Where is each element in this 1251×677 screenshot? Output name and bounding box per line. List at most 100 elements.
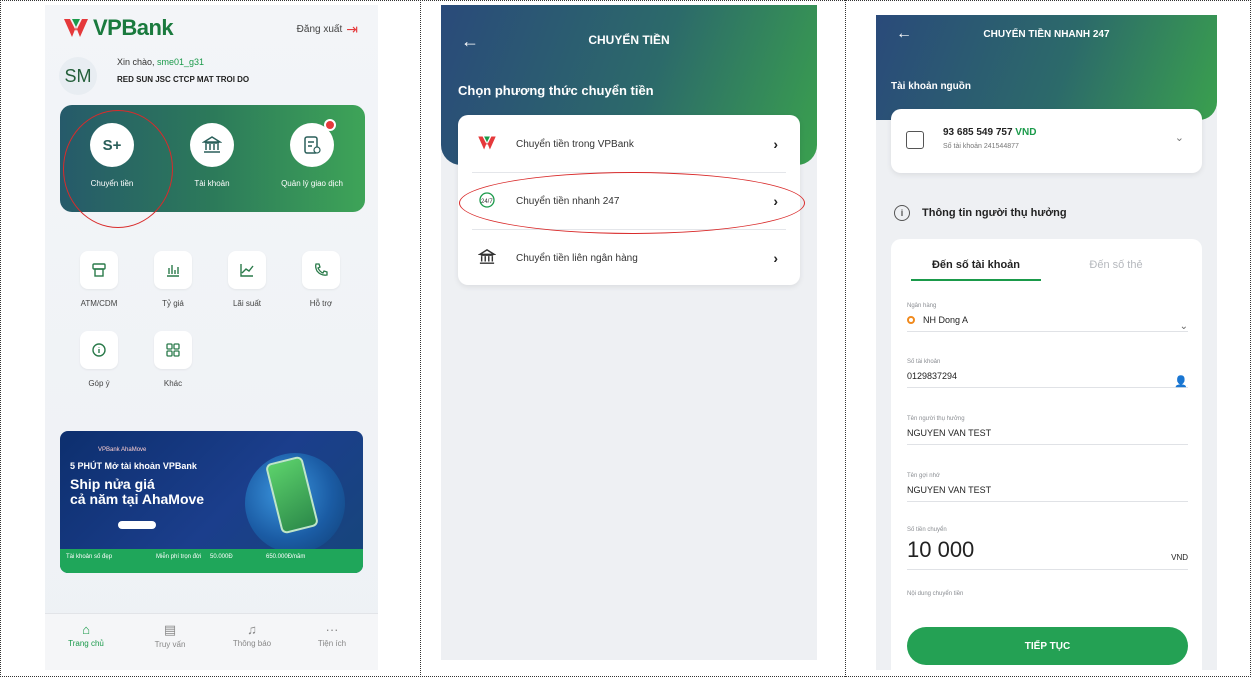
username: sme01_g31 [157, 57, 205, 67]
option-interbank-transfer[interactable]: Chuyển tiền liên ngân hàng › [458, 230, 800, 286]
field-label: Nội dung chuyển tiền [907, 591, 964, 597]
field-label: Số tiền chuyển [907, 527, 947, 533]
nickname-input[interactable]: Tên gợi nhớ NGUYEN VAN TEST [907, 473, 1188, 502]
field-label: Ngân hàng [907, 303, 937, 309]
page-title: CHUYỂN TIỀN [588, 33, 670, 47]
chevron-right-icon: › [773, 136, 778, 152]
highlight-ellipse-247 [459, 172, 805, 234]
promo-banner[interactable]: VPBank AhaMove 5 PHÚT Mở tài khoản VPBan… [60, 431, 363, 573]
source-account-selector[interactable]: 93 685 549 757 VND Số tài khoản 24154487… [891, 109, 1202, 173]
field-label: Số tài khoản [907, 359, 941, 365]
quick-action-label: Quản lý giao dịch [281, 179, 343, 188]
amount-value: 10 000 [907, 537, 975, 562]
bank-icon [190, 123, 234, 167]
page-subtitle: Chọn phương thức chuyển tiền [458, 83, 654, 98]
account-balance: 93 685 549 757 VND [943, 127, 1036, 138]
service-other[interactable]: Khác [141, 331, 205, 388]
quick-action-transactions[interactable]: Quản lý giao dịch [267, 119, 357, 188]
page-title: CHUYỂN TIỀN NHANH 247 [983, 29, 1110, 40]
tab-label: Thông báo [232, 639, 272, 648]
notification-badge [324, 119, 336, 131]
vpbank-logo: VPBank [63, 15, 174, 41]
column-divider-2 [845, 0, 846, 677]
service-exchange-rate[interactable]: Tỷ giá [141, 251, 205, 308]
balance-currency: VND [1015, 127, 1037, 138]
logout-button[interactable]: Đăng xuất ⇥ [297, 21, 358, 38]
balance-value: 93 685 549 757 [943, 127, 1013, 138]
banner-strip: Tài khoản số đẹp Miễn phí trọn đời 50.00… [60, 549, 363, 573]
service-label: Hỗ trợ [309, 299, 333, 308]
home-icon: ⌂ [82, 622, 90, 637]
banner-cta-button[interactable] [118, 521, 156, 529]
home-screen: VPBank Đăng xuất ⇥ SM Xin chào, sme01_g3… [45, 5, 378, 670]
banner-line1: 5 PHÚT Mở tài khoản VPBank [70, 461, 197, 471]
tab-label: Tiện ích [317, 639, 347, 648]
fast-transfer-form-screen: ← CHUYỂN TIỀN NHANH 247 Tài khoản nguồn … [876, 15, 1217, 670]
service-support[interactable]: Hỗ trợ [289, 251, 353, 308]
column-divider-1 [420, 0, 421, 677]
tab-utilities[interactable]: ··· Tiện ích [297, 622, 367, 648]
service-atm[interactable]: ATM/CDM [67, 251, 131, 308]
field-value: NGUYEN VAN TEST [907, 485, 992, 495]
transfer-content-input[interactable]: Nội dung chuyển tiền [907, 591, 1188, 597]
tab-label: Trang chủ [68, 639, 104, 648]
account-number: Số tài khoản 241544877 [943, 143, 1019, 150]
beneficiary-label: Thông tin người thụ hưởng [922, 207, 1067, 219]
tab-label: Truy vấn [154, 640, 186, 649]
source-account-label: Tài khoản nguồn [891, 81, 971, 92]
continue-button[interactable]: TIẾP TỤC [907, 627, 1188, 665]
wallet-icon [906, 131, 924, 149]
grid-icon [154, 331, 192, 369]
company-name: RED SUN JSC CTCP MAT TROI DO [117, 75, 250, 84]
avatar[interactable]: SM [59, 57, 97, 95]
vpbank-logo-icon [64, 19, 88, 37]
beneficiary-form: Đến số tài khoản Đến số thẻ Ngân hàng NH… [891, 239, 1202, 670]
beneficiary-heading: i Thông tin người thụ hưởng [894, 205, 1067, 221]
receipt-icon [290, 119, 336, 167]
tab-to-card[interactable]: Đến số thẻ [1061, 259, 1171, 271]
contacts-icon[interactable]: 👤 [1174, 375, 1188, 388]
chevron-down-icon: ⌄ [1174, 132, 1184, 144]
greeting-prefix: Xin chào, [117, 57, 158, 67]
field-label: Tên người thụ hưởng [907, 416, 965, 422]
service-label: Góp ý [88, 379, 110, 388]
phone-icon [302, 251, 340, 289]
banner-strip-item: Tài khoản số đẹp [66, 554, 113, 560]
banner-strip-item: 50.000Đ [210, 554, 233, 560]
banner-headline-2: cả năm tại AhaMove [70, 491, 205, 507]
tab-to-account[interactable]: Đến số tài khoản [911, 259, 1041, 281]
quick-action-account[interactable]: Tài khoản [167, 123, 257, 188]
service-feedback[interactable]: Góp ý [67, 331, 131, 388]
option-internal-transfer[interactable]: Chuyển tiền trong VPBank › [458, 116, 800, 172]
field-value: NGUYEN VAN TEST [907, 428, 992, 438]
banner-brands: VPBank AhaMove [98, 447, 147, 453]
chevron-right-icon: › [773, 250, 778, 266]
service-label: Lãi suất [232, 299, 262, 308]
account-number-input[interactable]: Số tài khoản 0129837294 👤 [907, 359, 1188, 388]
tab-home[interactable]: ⌂ Trang chủ [51, 622, 121, 648]
brand-name: VPBank [93, 15, 174, 40]
amount-currency: VND [1171, 553, 1188, 562]
field-value: NH Dong A [907, 315, 1188, 331]
field-value: 0129837294 [907, 371, 958, 381]
bank-select[interactable]: Ngân hàng NH Dong A ⌄ [907, 303, 1188, 332]
greeting: Xin chào, sme01_g31 [117, 57, 204, 67]
chart-bar-icon [154, 251, 192, 289]
beneficiary-name-input[interactable]: Tên người thụ hưởng NGUYEN VAN TEST [907, 416, 1188, 445]
highlight-circle-transfer [63, 110, 173, 228]
quick-action-label: Tài khoản [194, 179, 230, 188]
more-icon: ··· [325, 622, 339, 637]
service-label: Khác [163, 379, 183, 388]
tab-query[interactable]: ▤ Truy vấn [135, 622, 205, 649]
service-interest-rate[interactable]: Lãi suất [215, 251, 279, 308]
bell-icon: ♫ [247, 622, 257, 637]
amount-input[interactable]: Số tiền chuyển 10 000 VND [907, 527, 1188, 570]
transfer-method-screen: ← CHUYỂN TIỀN Chọn phương thức chuyển ti… [441, 5, 817, 660]
bottom-tab-bar: ⌂ Trang chủ ▤ Truy vấn ♫ Thông báo ··· T… [45, 613, 378, 670]
tab-notifications[interactable]: ♫ Thông báo [217, 622, 287, 648]
bank-name: NH Dong A [923, 315, 969, 325]
info-icon: i [894, 205, 910, 221]
banner-strip-item: 650.000Đ/năm [266, 554, 306, 560]
chevron-down-icon: ⌄ [1179, 321, 1188, 332]
bank-logo-icon [907, 316, 915, 324]
